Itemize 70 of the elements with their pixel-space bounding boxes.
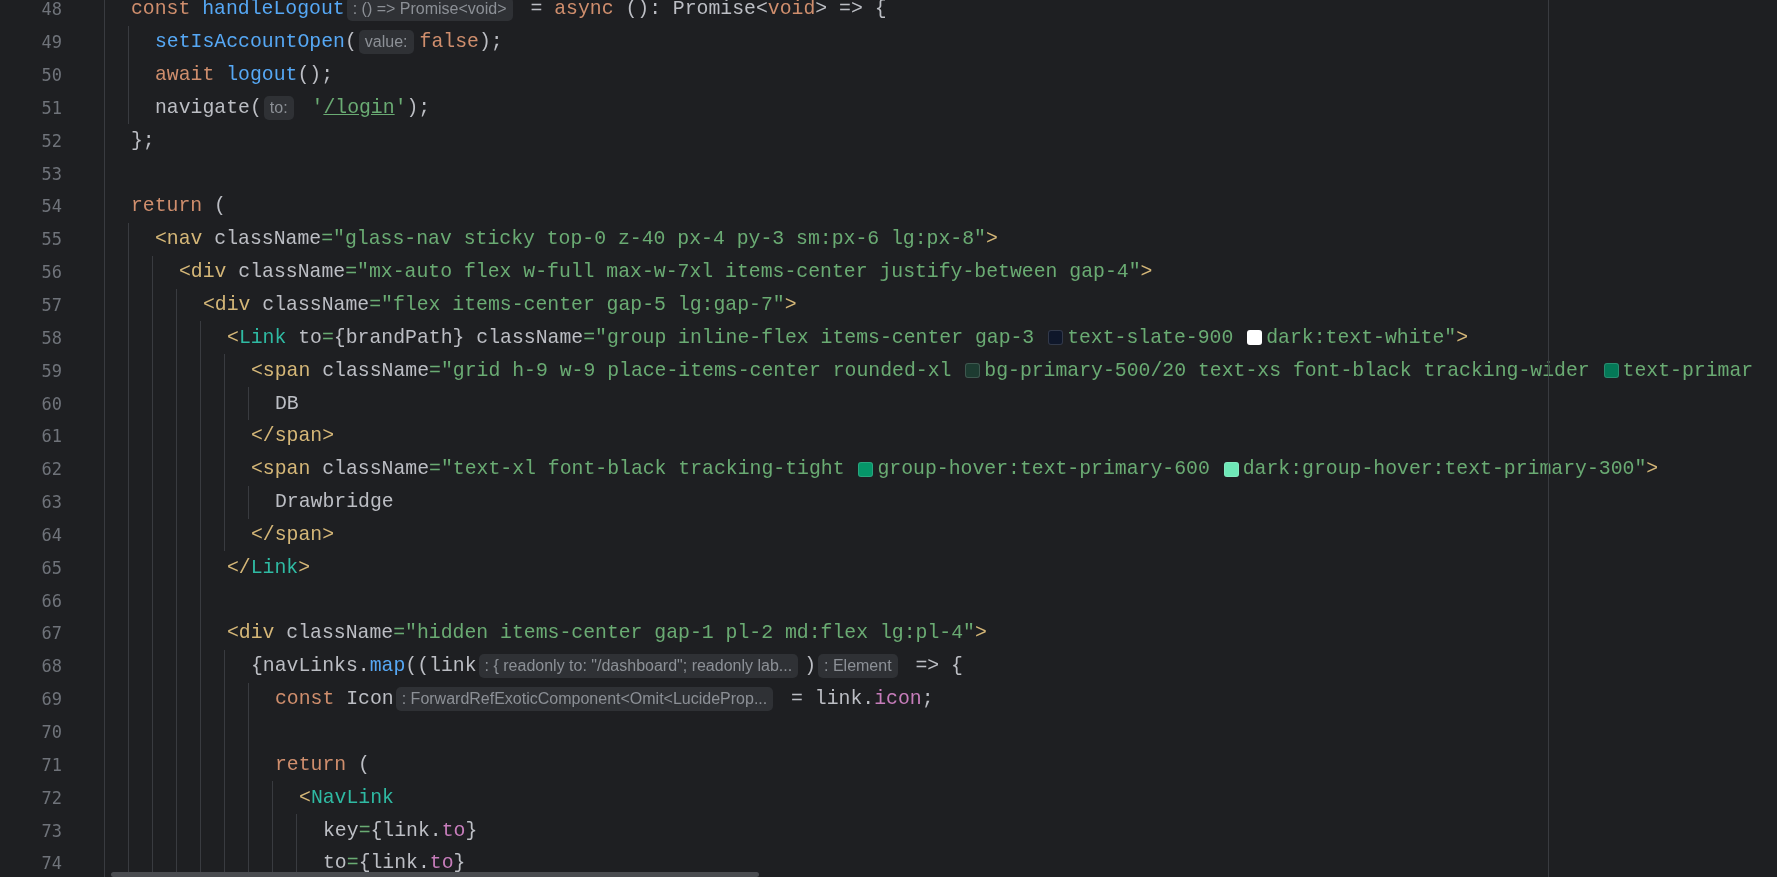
inlay-hint: value: (358, 30, 414, 55)
code-text: navigate( (155, 96, 262, 119)
line-number: 65 (40, 557, 62, 578)
code-text: ) (804, 655, 816, 678)
line-number: 56 (40, 262, 62, 283)
line-number: 73 (40, 820, 62, 841)
code-text: key={link.to} (323, 819, 478, 842)
code-text: <NavLink (299, 786, 394, 809)
line-number: 62 (40, 459, 62, 480)
code-text: {navLinks.map((link (251, 655, 477, 678)
code-text: text-slate-900 (1067, 326, 1235, 349)
code-text: dark:text-white"> (1266, 326, 1468, 349)
code-text: <div className="hidden items-center gap-1 pl-2 md:flex lg:pl-4"> (227, 622, 987, 645)
inlay-hint: : Element (818, 654, 898, 679)
code-text: <div className="flex items-center gap-5 lg:gap-7"> (203, 294, 797, 316)
line-number: 51 (40, 97, 62, 118)
code-text: }; (131, 129, 155, 152)
code-text: <Link to={brandPath} className="group inline-flex items-center gap-3 (227, 326, 1036, 349)
line-number: 72 (40, 787, 62, 808)
line-number: 48 (40, 0, 62, 20)
code-text: </span> (251, 425, 335, 448)
code-text: return ( (275, 753, 370, 776)
code-text: const Icon (275, 688, 394, 711)
line-number: 53 (40, 163, 62, 184)
inlay-hint: : ForwardRefExoticComponent<Omit<LucideProp... (395, 687, 774, 712)
line-number: 69 (40, 689, 62, 710)
code-text: </span> (251, 523, 335, 546)
code-text: dark:group-hover:text-primary-300"> (1242, 458, 1659, 481)
inlay-hint: : { readonly to: "/dashboard"; readonly lab... (478, 654, 799, 679)
code-text: <span className="text-xl font-black tracking-tight (251, 458, 846, 481)
code-text: = link.icon; (790, 688, 934, 711)
code-text: DB (275, 392, 299, 415)
line-number: 50 (40, 65, 62, 86)
code-text: <nav className="glass-nav sticky top-0 z-40 px-4 py-3 sm:px-6 lg:px-8"> (155, 228, 998, 251)
code-text: = async (): Promise<void> => { (529, 0, 887, 21)
code-text: to={link.to} (323, 852, 466, 875)
code-text: => { (914, 655, 963, 678)
line-number: 58 (40, 327, 62, 348)
code-text: Drawbridge (275, 491, 394, 514)
code-text: bg-primary-500/20 text-xs font-black tracking-wider (984, 359, 1591, 382)
code-text: <div className="mx-auto flex w-full max-w-7xl items-center justify-between gap-4"> (179, 261, 1153, 284)
code-text: '/login'); (310, 96, 431, 119)
line-number: 54 (40, 196, 62, 217)
code-text: group-hover:text-primary-600 (877, 458, 1211, 481)
line-number: 49 (40, 32, 62, 53)
line-number: 60 (40, 393, 62, 414)
line-number: 55 (40, 229, 62, 250)
inlay-hint: : () => Promise<void> (346, 0, 513, 22)
line-number: 63 (40, 492, 62, 513)
code-text: false); (419, 31, 503, 54)
line-number: 71 (40, 754, 62, 775)
code-text: return ( (131, 195, 226, 218)
code-text: text-primar (1622, 359, 1754, 382)
line-number: 66 (40, 590, 62, 611)
code-text: setIsAccountOpen( (155, 31, 357, 54)
line-number: 70 (40, 722, 62, 742)
line-number: 61 (40, 426, 62, 447)
line-number: 74 (40, 853, 62, 874)
scrollbar-thumb[interactable] (111, 872, 759, 877)
code-text: await logout(); (155, 64, 334, 87)
line-number: 52 (40, 130, 62, 151)
code-text: const handleLogout (131, 0, 345, 21)
line-number: 57 (40, 295, 62, 315)
line-number: 67 (40, 623, 62, 644)
line-number: 64 (40, 524, 62, 545)
line-number: 59 (40, 360, 62, 381)
inlay-hint: to: (263, 95, 294, 120)
line-number: 68 (40, 656, 62, 677)
code-text: <span className="grid h-9 w-9 place-items-center rounded-xl (251, 359, 953, 382)
code-text: </Link> (227, 556, 311, 579)
